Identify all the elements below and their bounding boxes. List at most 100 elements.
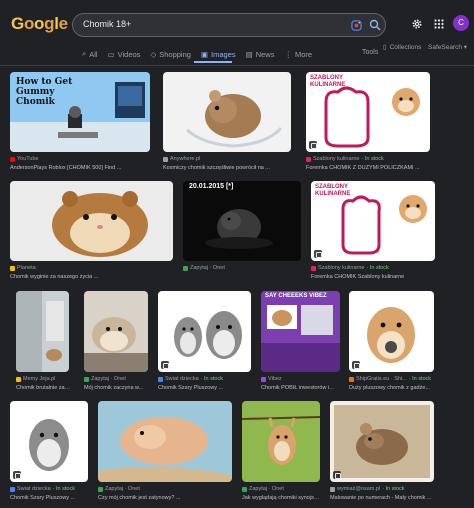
logo-letter: g xyxy=(44,14,55,33)
result-thumbnail[interactable] xyxy=(10,181,173,261)
result-caption[interactable]: Chomik Szary Pluszowy ... xyxy=(10,495,90,501)
result-source[interactable]: Vibez xyxy=(261,376,282,382)
result-source[interactable]: Świat dziecka · In stock xyxy=(158,376,223,382)
tools-button[interactable]: Tools xyxy=(362,49,378,56)
result-caption[interactable]: Duży pluszowy chomik z gadże... xyxy=(349,385,464,391)
tab-news[interactable]: ▤ News xyxy=(246,46,275,62)
result-source[interactable]: Zapytaj · Onet xyxy=(183,265,227,271)
result-caption[interactable]: Foremka CHOMIK Z DUŻYMI POLICZKAMI ... xyxy=(306,165,464,171)
google-lens-icon[interactable] xyxy=(351,20,362,31)
result-source-name: Zapytaj · Onet xyxy=(190,265,225,271)
safesearch-dropdown[interactable]: SafeSearch ▾ xyxy=(428,43,467,51)
result-source[interactable]: Planeta xyxy=(10,265,38,271)
result-source-name: YouTube xyxy=(17,156,39,162)
result-caption[interactable]: Malowanie po numerach - Mały chomik ... xyxy=(330,495,464,501)
result-thumbnail[interactable] xyxy=(163,72,291,152)
site-favicon-icon xyxy=(16,376,21,382)
gear-icon[interactable] xyxy=(411,18,423,30)
image-icon: ▣ xyxy=(200,49,209,59)
result-thumbnail[interactable] xyxy=(349,291,434,372)
result-source[interactable]: Anywhere.pl xyxy=(163,156,202,162)
thumbnail-overlay-text: SZABLONY KULINARNE xyxy=(310,75,346,88)
result-caption[interactable]: Chomik POBIŁ inwestorów i... xyxy=(261,385,342,391)
image-result[interactable]: Świat dziecka · In stock Chomik Szary Pl… xyxy=(158,291,253,395)
bookmark-icon: ▯ xyxy=(383,44,387,51)
search-input[interactable]: Chomik 18+ xyxy=(83,19,131,29)
result-caption[interactable]: Mój chomik zaczyna w... xyxy=(84,385,151,391)
result-thumbnail[interactable] xyxy=(183,181,301,261)
result-source-name: ShipGratis.eu · Shi... xyxy=(356,376,407,382)
result-source-name: Szablony kulinarne xyxy=(318,265,365,271)
result-caption[interactable]: Chomik Szary Pluszowy ... xyxy=(158,385,253,391)
result-source[interactable]: Memy Jeja.pl xyxy=(16,376,55,382)
result-source[interactable]: Świat dziecka · In stock xyxy=(10,486,75,492)
image-result[interactable]: wymiaż@osam.pl · In stock Malowanie po n… xyxy=(330,401,464,505)
site-favicon-icon xyxy=(311,265,316,271)
stock-status: · In stock xyxy=(366,265,389,271)
result-source[interactable]: wymiaż@osam.pl · In stock xyxy=(330,486,405,492)
stock-status: · In stock xyxy=(361,156,384,162)
image-result[interactable]: SAY CHEEEKS VIBEZ Vibez Chomik POBIŁ inw… xyxy=(261,291,342,395)
image-result[interactable]: Memy Jeja.pl Chomik brutalnie zamo... xyxy=(16,291,73,395)
shopping-badge-icon xyxy=(161,361,169,369)
image-result[interactable]: Zapytaj · Onet Mój chomik zaczyna w... xyxy=(84,291,151,395)
image-result[interactable]: Planeta Chomik wyginie za naszego życia … xyxy=(10,181,174,284)
result-caption[interactable]: Kosmiczy chomik szczęśliwie powrócił na … xyxy=(163,165,296,171)
image-result[interactable]: Zapytaj · Onet Czy mój chomik jest zatyn… xyxy=(98,401,234,505)
video-icon: ▭ xyxy=(107,49,115,59)
result-source[interactable]: Zapytaj · Onet xyxy=(98,486,140,492)
result-thumbnail[interactable] xyxy=(158,291,251,372)
logo-letter: G xyxy=(11,14,24,33)
result-caption[interactable]: Czy mój chomik jest zatynowy? ... xyxy=(98,495,234,501)
image-result[interactable]: ShipGratis.eu · Shi... · In stock Duży p… xyxy=(349,291,464,395)
image-result[interactable]: Anywhere.pl Kosmiczy chomik szczęśliwie … xyxy=(163,72,296,174)
result-source-name: Zapytaj · Onet xyxy=(249,486,284,492)
image-result[interactable]: How to Get Gummy Chomik YouTube Anderson… xyxy=(10,72,153,174)
avatar[interactable]: C xyxy=(453,15,469,31)
image-result[interactable]: 20.01.2015 [*] Zapytaj · Onet xyxy=(183,181,301,284)
logo-letter: o xyxy=(34,14,45,33)
tab-images[interactable]: ▣ Images xyxy=(201,46,236,62)
result-caption[interactable]: Jak wyglądają chomiki synojskie ... xyxy=(242,495,322,501)
result-caption[interactable]: Foremka CHOMIK Szablony kulinarne xyxy=(311,274,464,280)
result-thumbnail[interactable] xyxy=(242,401,320,482)
result-caption[interactable]: AndersonPlays Roblox [CHOMIK 500] Find .… xyxy=(10,165,153,171)
result-thumbnail[interactable] xyxy=(330,401,434,482)
tab-videos[interactable]: ▭ Videos xyxy=(108,46,141,62)
tab-label: Shopping xyxy=(159,49,191,59)
result-thumbnail[interactable] xyxy=(98,401,232,482)
search-icon[interactable] xyxy=(369,19,381,31)
shopping-badge-icon xyxy=(309,141,317,149)
result-caption[interactable]: Chomik brutalnie zamo... xyxy=(16,385,73,391)
tab-label: All xyxy=(89,49,98,59)
google-logo[interactable]: Google xyxy=(11,14,68,34)
result-source[interactable]: Szablony kulinarne · In stock xyxy=(311,265,389,271)
result-caption[interactable]: Chomik wyginie za naszego życia ... xyxy=(10,274,174,280)
image-result[interactable]: SZABLONY KULINARNE Szablony kulinarne · … xyxy=(306,72,464,174)
result-thumbnail[interactable] xyxy=(16,291,69,372)
image-result[interactable]: Zapytaj · Onet Jak wyglądają chomiki syn… xyxy=(242,401,322,505)
stock-status: · In stock xyxy=(52,486,75,492)
image-result[interactable]: SZABLONY KULINARNE Szablony kulinarne · … xyxy=(311,181,464,284)
tab-shopping[interactable]: ◇ Shopping xyxy=(150,46,190,62)
apps-grid-icon[interactable] xyxy=(434,19,444,29)
result-source-name: Anywhere.pl xyxy=(170,156,201,162)
result-thumbnail[interactable] xyxy=(10,401,88,482)
result-source-name: Świat dziecka xyxy=(165,376,199,382)
result-source[interactable]: Szablony kulinarne · In stock xyxy=(306,156,384,162)
header: Google Chomik 18+ C ⌕ All ▭ Videos ◇ Sho… xyxy=(0,0,474,64)
result-source-name: Zapytaj · Onet xyxy=(105,486,140,492)
image-result[interactable]: Świat dziecka · In stock Chomik Szary Pl… xyxy=(10,401,90,505)
result-thumbnail[interactable] xyxy=(84,291,148,372)
result-thumbnail[interactable] xyxy=(261,291,340,372)
tab-all[interactable]: ⌕ All xyxy=(82,46,98,62)
result-source[interactable]: ShipGratis.eu · Shi... · In stock xyxy=(349,376,431,382)
search-box[interactable]: Chomik 18+ xyxy=(72,13,386,37)
tab-label: News xyxy=(255,49,275,59)
logo-letter: o xyxy=(23,14,35,33)
result-source[interactable]: YouTube xyxy=(10,156,41,162)
tab-more[interactable]: ⋮ More xyxy=(284,46,312,62)
result-source[interactable]: Zapytaj · Onet xyxy=(84,376,126,382)
collections-button[interactable]: ▯ Collections xyxy=(383,43,421,52)
result-source[interactable]: Zapytaj · Onet xyxy=(242,486,284,492)
